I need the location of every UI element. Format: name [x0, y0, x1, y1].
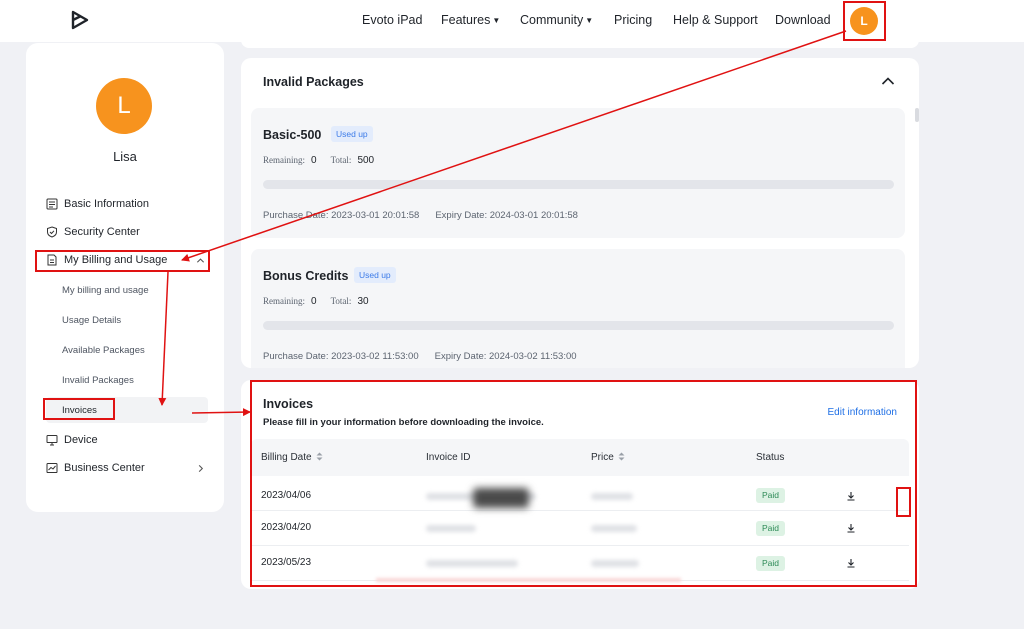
sidebar-item-device[interactable]: Device	[46, 434, 98, 446]
nav-evoto-ipad[interactable]: Evoto iPad	[362, 13, 422, 27]
sidebar-item-label: Business Center	[64, 462, 145, 474]
package-card: Basic-500 Used up Remaining: 0 Total: 500 P…	[251, 108, 905, 238]
sidebar-subitem-available-packages[interactable]: Available Packages	[62, 345, 145, 356]
package-dates: Purchase Date: 2023-03-01 20:01:58 Expiry…	[263, 210, 578, 221]
profile-avatar: L	[96, 78, 152, 134]
sidebar-item-security-center[interactable]: Security Center	[46, 226, 140, 238]
annotation-box-avatar	[843, 1, 886, 41]
form-icon	[46, 198, 58, 210]
nav-download[interactable]: Download	[775, 13, 831, 27]
chart-icon	[46, 463, 58, 473]
sidebar-item-label: Security Center	[64, 226, 140, 238]
package-name: Basic-500	[263, 128, 322, 142]
panel-title: Invalid Packages	[263, 75, 364, 89]
nav-help-support[interactable]: Help & Support	[673, 13, 758, 27]
package-card: Bonus Credits Used up Remaining: 0 Total: 3…	[251, 249, 905, 368]
sidebar-item-basic-information[interactable]: Basic Information	[46, 198, 149, 210]
previous-panel-edge	[241, 40, 919, 48]
used-up-badge: Used up	[354, 267, 396, 283]
caret-down-icon: ▼	[492, 16, 501, 25]
annotation-box-invoices-menu	[43, 398, 115, 420]
usage-progress-bar	[263, 180, 894, 189]
usage-progress-bar	[263, 321, 894, 330]
collapse-chevron-icon[interactable]	[881, 76, 895, 86]
sidebar-item-label: Basic Information	[64, 198, 149, 210]
sidebar-subitem-invalid-packages[interactable]: Invalid Packages	[62, 375, 134, 386]
package-dates: Purchase Date: 2023-03-02 11:53:00 Expiry…	[263, 351, 577, 362]
evoto-logo-icon[interactable]	[70, 9, 90, 31]
sidebar-item-label: Device	[64, 434, 98, 446]
annotation-box-invoices-panel	[250, 380, 917, 587]
invalid-packages-panel: Invalid Packages Basic-500 Used up Remai…	[241, 58, 919, 368]
monitor-icon	[46, 435, 58, 446]
account-sidebar: L Lisa Basic Information Security Center…	[26, 43, 224, 512]
sidebar-subitem-usage-details[interactable]: Usage Details	[62, 315, 121, 326]
caret-down-icon: ▼	[585, 16, 594, 25]
nav-pricing[interactable]: Pricing	[614, 13, 652, 27]
shield-icon	[47, 226, 57, 238]
sidebar-item-business-center[interactable]: Business Center	[46, 462, 206, 474]
package-name: Bonus Credits	[263, 269, 349, 283]
chevron-right-icon	[198, 464, 204, 473]
package-credits: Remaining: 0 Total: 500	[263, 155, 375, 166]
nav-features[interactable]: Features ▼	[441, 13, 500, 27]
sidebar-subitem-my-billing-and-usage[interactable]: My billing and usage	[62, 285, 149, 296]
annotation-box-scrollbar	[896, 487, 911, 517]
nav-community[interactable]: Community ▼	[520, 13, 593, 27]
package-credits: Remaining: 0 Total: 30	[263, 296, 369, 307]
used-up-badge: Used up	[331, 126, 373, 142]
annotation-box-billing	[35, 250, 210, 272]
scrollbar-thumb[interactable]	[915, 108, 919, 122]
username: Lisa	[113, 149, 137, 164]
